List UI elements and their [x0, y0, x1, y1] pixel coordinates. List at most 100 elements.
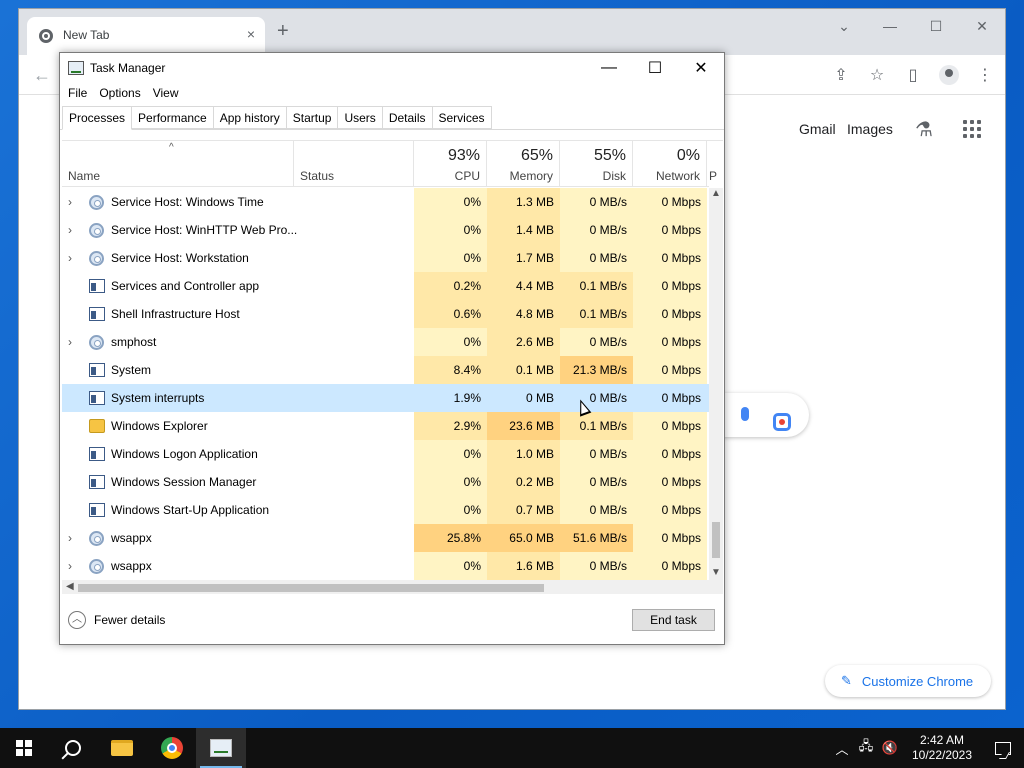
tab-details[interactable]: Details: [381, 106, 433, 129]
process-row[interactable]: System interrupts 1.9% 0 MB 0 MB/s 0 Mbps: [62, 384, 709, 412]
column-header-disk[interactable]: 55% Disk: [560, 141, 633, 187]
horizontal-scroll-thumb[interactable]: [78, 584, 544, 592]
process-row[interactable]: System 8.4% 0.1 MB 21.3 MB/s 0 Mbps: [62, 356, 709, 384]
column-header-name[interactable]: Name: [62, 141, 294, 187]
tab-processes[interactable]: Processes: [62, 106, 133, 130]
expand-chevron-icon[interactable]: ›: [68, 188, 72, 216]
menu-bar: File Options View: [60, 83, 724, 105]
disk-value: 0 MB/s: [560, 440, 633, 468]
labs-flask-icon[interactable]: ⚗: [915, 117, 933, 142]
process-row[interactable]: Windows Logon Application 0% 1.0 MB 0 MB/s 0…: [62, 440, 709, 468]
vertical-scrollbar[interactable]: ▲ ▼: [709, 188, 723, 580]
menu-options[interactable]: Options: [93, 83, 146, 105]
taskbar-search-button[interactable]: [50, 728, 96, 768]
menu-file[interactable]: File: [62, 83, 93, 105]
action-center-button[interactable]: [982, 728, 1024, 768]
scroll-left-icon[interactable]: ◀: [66, 581, 74, 592]
gmail-link[interactable]: Gmail: [799, 121, 836, 137]
process-row[interactable]: › wsappx 0% 1.6 MB 0 MB/s 0 Mbps: [62, 552, 709, 580]
tab-app-history[interactable]: App history: [212, 106, 287, 129]
process-row[interactable]: Windows Start-Up Application 0% 0.7 MB 0 MB…: [62, 496, 709, 524]
chrome-tab-new-tab[interactable]: New Tab ×: [27, 17, 265, 55]
network-value: 0 Mbps: [661, 391, 701, 405]
process-row[interactable]: Windows Explorer 2.9% 23.6 MB 0.1 MB/s 0 Mbp…: [62, 412, 709, 440]
expand-chevron-icon[interactable]: ›: [68, 328, 72, 356]
menu-icon[interactable]: ⋮: [975, 65, 995, 90]
column-power-label: P: [709, 169, 718, 183]
star-icon[interactable]: ☆: [867, 65, 887, 90]
column-header-memory[interactable]: 65% Memory: [487, 141, 560, 187]
fewer-details-link[interactable]: Fewer details: [94, 613, 165, 627]
horizontal-scrollbar[interactable]: ◀: [62, 580, 723, 594]
scroll-down-icon[interactable]: ▼: [711, 567, 721, 578]
column-header-status[interactable]: Status: [294, 141, 414, 187]
process-name: Windows Session Manager: [111, 475, 257, 489]
disk-value: 0 MB/s: [589, 391, 627, 405]
minimize-button[interactable]: —: [586, 53, 632, 83]
google-apps-icon[interactable]: [963, 120, 981, 138]
process-row[interactable]: Services and Controller app 0.2% 4.4 MB 0.1…: [62, 272, 709, 300]
lens-search-icon[interactable]: [773, 413, 791, 431]
process-row[interactable]: › wsappx 25.8% 65.0 MB 51.6 MB/s 0 Mbps: [62, 524, 709, 552]
menu-view[interactable]: View: [147, 83, 185, 105]
images-link[interactable]: Images: [847, 121, 893, 137]
maximize-button[interactable]: ☐: [632, 53, 678, 83]
network-icon[interactable]: 🖧: [854, 737, 878, 759]
profile-icon[interactable]: [939, 65, 959, 90]
taskbar-chrome[interactable]: [148, 728, 196, 768]
minimize-button[interactable]: —: [867, 9, 913, 43]
tab-search-icon[interactable]: ⌄: [821, 9, 867, 43]
process-row[interactable]: › Service Host: WinHTTP Web Pro... 0% 1.4 M…: [62, 216, 709, 244]
disk-value: 0.1 MB/s: [560, 412, 633, 440]
scroll-up-icon[interactable]: ▲: [711, 188, 721, 199]
process-row[interactable]: Windows Session Manager 0% 0.2 MB 0 MB/s 0 M…: [62, 468, 709, 496]
maximize-button[interactable]: ☐: [913, 9, 959, 43]
column-header-cpu[interactable]: 93% CPU: [414, 141, 487, 187]
end-task-button[interactable]: End task: [632, 609, 715, 631]
expand-chevron-icon[interactable]: ›: [68, 244, 72, 272]
service-gear-icon: [89, 531, 104, 546]
expand-chevron-icon[interactable]: ›: [68, 524, 72, 552]
expand-chevron-icon[interactable]: ›: [68, 216, 72, 244]
process-row[interactable]: › Service Host: Windows Time 0% 1.3 MB 0 MB/…: [62, 188, 709, 216]
tab-performance[interactable]: Performance: [131, 106, 214, 129]
chevron-up-icon[interactable]: ︿: [830, 739, 854, 758]
process-name: System interrupts: [111, 391, 205, 405]
close-button[interactable]: ✕: [678, 53, 724, 83]
tab-users[interactable]: Users: [337, 106, 383, 129]
process-grid: ^ Name Status 93% CPU 65% Memory 55% Dis…: [62, 140, 723, 594]
sidepanel-icon[interactable]: ▯: [903, 65, 923, 90]
voice-search-icon[interactable]: [741, 407, 749, 421]
process-row[interactable]: › smphost 0% 2.6 MB 0 MB/s 0 Mbps: [62, 328, 709, 356]
volume-muted-icon[interactable]: 🔇: [878, 740, 902, 756]
expand-chevron-icon[interactable]: ›: [68, 552, 72, 580]
new-tab-button[interactable]: +: [277, 21, 289, 41]
column-header-network[interactable]: 0% Network: [633, 141, 707, 187]
customize-chrome-button[interactable]: ✎ Customize Chrome: [825, 665, 991, 697]
process-row[interactable]: › Service Host: Workstation 0% 1.7 MB 0 MB/s…: [62, 244, 709, 272]
taskbar-task-manager[interactable]: [196, 728, 246, 768]
disk-value: 0.1 MB/s: [560, 272, 633, 300]
search-box[interactable]: [719, 393, 809, 437]
chevron-up-circle-icon[interactable]: ︿: [68, 611, 86, 629]
network-value: 0 Mbps: [633, 328, 707, 356]
tab-startup[interactable]: Startup: [285, 106, 339, 129]
tab-services[interactable]: Services: [431, 106, 492, 129]
share-icon[interactable]: ⇪: [831, 65, 851, 90]
scroll-thumb[interactable]: [712, 522, 720, 558]
back-arrow-icon[interactable]: ←: [33, 65, 51, 86]
network-value: 0 Mbps: [633, 524, 707, 552]
close-button[interactable]: ✕: [959, 9, 1005, 43]
column-header-power[interactable]: P: [707, 141, 723, 187]
clock[interactable]: 2:42 AM 10/22/2023: [902, 733, 982, 763]
memory-value: 65.0 MB: [487, 524, 560, 552]
memory-value: 0.1 MB: [487, 356, 560, 384]
process-row[interactable]: Shell Infrastructure Host 0.6% 4.8 MB 0.1 M…: [62, 300, 709, 328]
memory-value: 2.6 MB: [487, 328, 560, 356]
tab-close-icon[interactable]: ×: [247, 26, 255, 42]
chrome-icon: [161, 737, 183, 759]
task-manager-titlebar[interactable]: Task Manager — ☐ ✕: [60, 53, 724, 83]
start-button[interactable]: [0, 728, 48, 768]
tab-title: New Tab: [63, 28, 110, 42]
taskbar-file-explorer[interactable]: [98, 728, 146, 768]
